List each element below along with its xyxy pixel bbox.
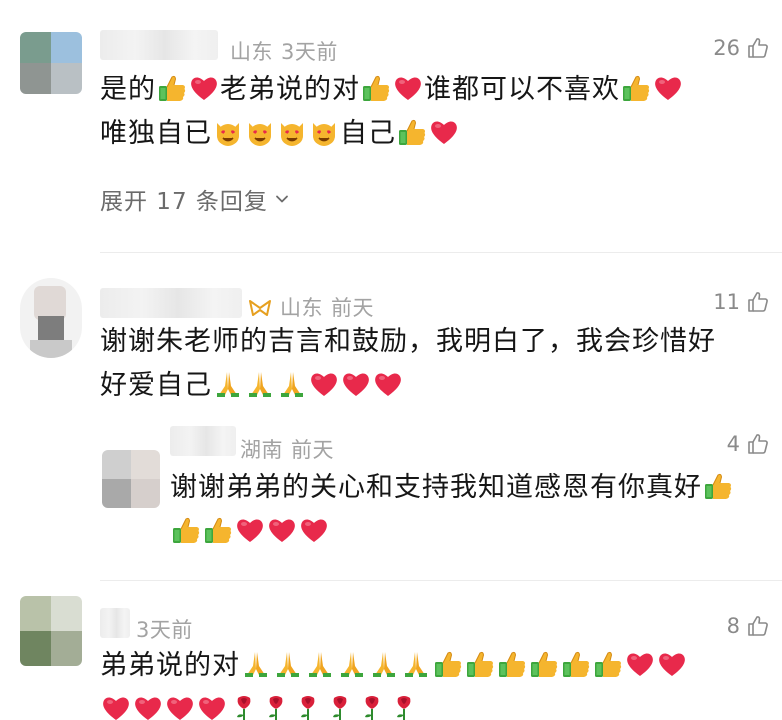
rose-icon <box>357 693 387 720</box>
folded-hands-icon <box>213 369 243 399</box>
chevron-down-icon <box>274 191 290 207</box>
time-text: 前天 <box>291 438 334 462</box>
username-blurred[interactable] <box>100 30 218 60</box>
folded-hands-icon <box>277 369 307 399</box>
heart-icon <box>625 649 655 679</box>
expand-replies-button[interactable]: 展开 17 条回复 <box>100 182 290 216</box>
like-icon <box>746 432 770 456</box>
reply-1: 湖南 前天 4 谢谢弟弟的关心和支持我知道感恩有你真好 <box>0 420 782 580</box>
time-text: 3天前 <box>281 40 338 64</box>
folded-hands-icon <box>273 649 303 679</box>
heart-icon <box>309 369 339 399</box>
comment-text: 是的 老弟说的对 谁都可以不喜欢 唯独自已 自己 <box>100 68 760 156</box>
folded-hands-icon <box>245 369 275 399</box>
heart-icon <box>657 649 687 679</box>
heart-icon <box>653 73 683 103</box>
folded-hands-icon <box>305 649 335 679</box>
folded-hands-icon <box>401 649 431 679</box>
location-text: 湖南 <box>240 438 283 462</box>
heart-icon <box>373 369 403 399</box>
rose-icon <box>389 693 419 720</box>
thumbs-up-icon <box>465 649 495 679</box>
thumbs-up-icon <box>593 649 623 679</box>
like-button[interactable]: 26 <box>713 36 770 60</box>
avatar[interactable] <box>20 596 82 666</box>
divider <box>100 252 782 253</box>
like-count: 26 <box>713 36 740 60</box>
comment-text: 弟弟说的对 <box>100 644 780 720</box>
thumbs-up-icon <box>361 73 391 103</box>
heart-icon <box>299 515 329 545</box>
cat-heart-eyes-icon <box>213 117 243 147</box>
thumbs-up-icon <box>397 117 427 147</box>
like-icon <box>746 36 770 60</box>
time-text: 前天 <box>331 296 374 320</box>
like-icon <box>746 290 770 314</box>
heart-icon <box>341 369 371 399</box>
heart-icon <box>133 693 163 720</box>
thumbs-up-icon <box>621 73 651 103</box>
like-button[interactable]: 4 <box>727 432 770 456</box>
comment-3: 3天前 8 弟弟说的对 <box>0 588 782 720</box>
rose-icon <box>229 693 259 720</box>
heart-icon <box>429 117 459 147</box>
comment-meta: 山东 3天前 <box>230 36 338 66</box>
comment-1: 山东 3天前 26 是的 老弟说的对 谁都可以不喜欢 唯独自已 自己 展开 17 条回复 <box>0 0 782 250</box>
rose-icon <box>325 693 355 720</box>
like-icon <box>746 614 770 638</box>
avatar[interactable] <box>20 278 82 358</box>
thumbs-up-icon <box>203 515 233 545</box>
thumbs-up-icon <box>529 649 559 679</box>
heart-icon <box>235 515 265 545</box>
like-button[interactable]: 8 <box>727 614 770 638</box>
thumbs-up-icon <box>703 471 733 501</box>
username-blurred[interactable] <box>100 288 242 318</box>
username-blurred[interactable] <box>100 608 130 638</box>
rose-icon <box>261 693 291 720</box>
comment-meta: 3天前 <box>136 614 193 644</box>
heart-icon <box>197 693 227 720</box>
location-text: 山东 <box>280 296 323 320</box>
comment-meta: 山东 前天 <box>248 292 374 322</box>
rose-icon <box>293 693 323 720</box>
expand-replies-label: 展开 17 条回复 <box>100 189 268 215</box>
cat-heart-eyes-icon <box>245 117 275 147</box>
folded-hands-icon <box>337 649 367 679</box>
like-count: 11 <box>713 290 740 314</box>
avatar[interactable] <box>20 32 82 94</box>
thumbs-up-icon <box>561 649 591 679</box>
like-count: 8 <box>726 614 740 638</box>
like-count: 4 <box>726 432 740 456</box>
folded-hands-icon <box>369 649 399 679</box>
heart-icon <box>267 515 297 545</box>
like-button[interactable]: 11 <box>713 290 770 314</box>
avatar[interactable] <box>102 450 160 508</box>
reply-meta: 湖南 前天 <box>240 434 334 464</box>
time-text: 3天前 <box>136 618 193 642</box>
cat-heart-eyes-icon <box>309 117 339 147</box>
thumbs-up-icon <box>433 649 463 679</box>
divider <box>100 580 782 581</box>
comment-text: 谢谢朱老师的吉言和鼓励，我明白了，我会珍惜好 好爱自己 <box>100 326 716 401</box>
username-blurred[interactable] <box>170 426 236 456</box>
location-text: 山东 <box>230 40 273 64</box>
cat-heart-eyes-icon <box>277 117 307 147</box>
thumbs-up-icon <box>171 515 201 545</box>
heart-icon <box>101 693 131 720</box>
heart-icon <box>189 73 219 103</box>
heart-icon <box>393 73 423 103</box>
reply-text: 谢谢弟弟的关心和支持我知道感恩有你真好 <box>170 466 780 554</box>
heart-icon <box>165 693 195 720</box>
thumbs-up-icon <box>497 649 527 679</box>
thumbs-up-icon <box>157 73 187 103</box>
mask-badge-icon <box>249 300 271 316</box>
comment-2: 山东 前天 11 谢谢朱老师的吉言和鼓励，我明白了，我会珍惜好 好爱自己 湖南 前天… <box>0 260 782 580</box>
folded-hands-icon <box>241 649 271 679</box>
